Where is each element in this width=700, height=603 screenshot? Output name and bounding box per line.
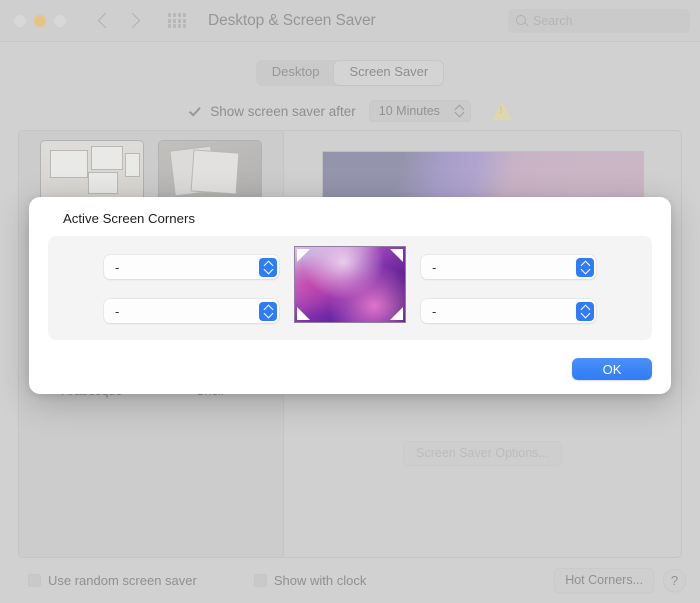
chevron-updown-icon[interactable] xyxy=(575,301,594,321)
display-preview-icon xyxy=(295,247,405,322)
back-arrow-icon[interactable] xyxy=(97,12,114,29)
hot-corners-button[interactable]: Hot Corners... xyxy=(554,568,654,593)
show-with-clock-row[interactable]: Show with clock xyxy=(253,573,367,588)
corner-marker-top-left xyxy=(297,249,310,262)
hot-corner-value-bottom-left: - xyxy=(115,303,120,319)
hot-corner-dropdown-top-right[interactable]: - xyxy=(421,255,596,279)
minimize-button[interactable] xyxy=(34,14,46,27)
use-random-screen-saver-checkbox[interactable] xyxy=(28,574,41,587)
ok-button[interactable]: OK xyxy=(572,358,652,380)
hot-corner-value-bottom-right: - xyxy=(432,303,437,319)
search-icon xyxy=(516,15,527,26)
segmented-control: Desktop Screen Saver xyxy=(255,60,445,86)
hot-corner-dropdown-bottom-right[interactable]: - xyxy=(421,299,596,323)
hot-corner-dropdown-bottom-left[interactable]: - xyxy=(104,299,279,323)
hot-corner-dropdown-top-left[interactable]: - xyxy=(104,255,279,279)
hot-corner-value-top-right: - xyxy=(432,259,437,275)
dialog-footer: OK xyxy=(572,358,652,380)
window-toolbar: Desktop & Screen Saver Search xyxy=(0,0,700,42)
screen-saver-thumbnail xyxy=(41,141,143,203)
show-with-clock-label: Show with clock xyxy=(273,573,367,588)
preferences-window: Desktop & Screen Saver Search Desktop Sc… xyxy=(0,0,700,603)
corner-config-group: - - - - xyxy=(48,236,652,340)
forward-arrow-icon[interactable] xyxy=(124,12,141,29)
search-placeholder: Search xyxy=(533,13,573,28)
show-screen-saver-label: Show screen saver after xyxy=(210,103,356,119)
close-button[interactable] xyxy=(14,14,26,27)
window-title: Desktop & Screen Saver xyxy=(208,11,376,29)
search-field[interactable]: Search xyxy=(508,8,690,33)
bottom-bar: Use random screen saver Show with clock … xyxy=(0,558,700,603)
corner-marker-top-right xyxy=(390,249,403,262)
screen-saver-delay-value: 10 Minutes xyxy=(378,104,440,118)
screen-saver-options-button[interactable]: Screen Saver Options... xyxy=(403,441,562,466)
zoom-button[interactable] xyxy=(54,14,66,27)
show-all-grid-icon[interactable] xyxy=(168,13,186,28)
help-button[interactable]: ? xyxy=(663,569,686,592)
hot-corner-value-top-left: - xyxy=(115,259,120,275)
show-with-clock-checkbox[interactable] xyxy=(253,574,267,587)
chevron-updown-icon[interactable] xyxy=(258,257,277,277)
warning-triangle-icon xyxy=(491,102,512,120)
use-random-screen-saver-row[interactable]: Use random screen saver xyxy=(28,573,197,588)
chevron-updown-icon xyxy=(455,104,464,119)
show-screen-saver-checkbox[interactable] xyxy=(188,105,201,118)
hot-corners-dialog: Active Screen Corners - - - - OK xyxy=(29,197,671,394)
dialog-title: Active Screen Corners xyxy=(63,211,195,226)
tab-desktop[interactable]: Desktop xyxy=(257,61,335,85)
use-random-screen-saver-label: Use random screen saver xyxy=(48,573,197,588)
tab-screen-saver[interactable]: Screen Saver xyxy=(334,61,444,85)
screen-saver-thumbnail xyxy=(159,141,261,203)
chevron-updown-icon[interactable] xyxy=(258,301,277,321)
corner-marker-bottom-right xyxy=(390,307,403,320)
screen-saver-delay-dropdown[interactable]: 10 Minutes xyxy=(368,100,471,122)
chevron-updown-icon[interactable] xyxy=(575,257,594,277)
show-screen-saver-row: Show screen saver after 10 Minutes xyxy=(0,100,700,122)
tab-bar: Desktop Screen Saver xyxy=(0,60,700,86)
traffic-light-group xyxy=(14,14,66,27)
navigation-arrows xyxy=(97,12,141,29)
corner-marker-bottom-left xyxy=(297,307,310,320)
